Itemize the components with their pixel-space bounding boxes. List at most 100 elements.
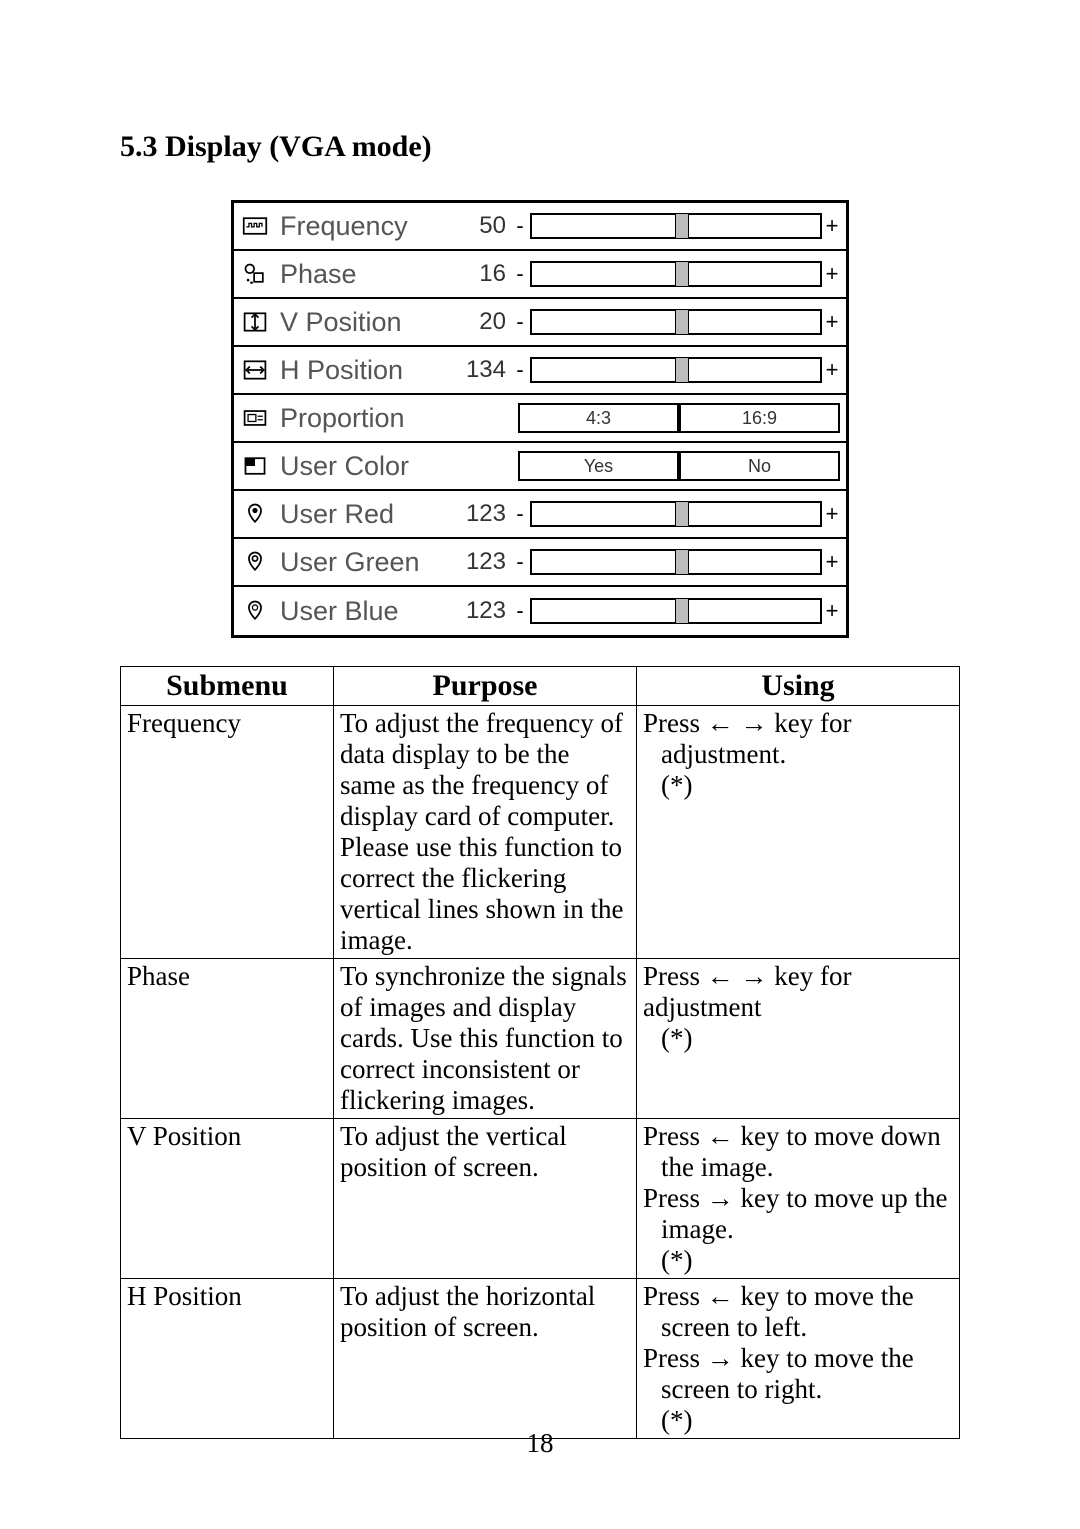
description-table: Submenu Purpose Using Frequency To adjus… [120, 666, 960, 1439]
osd-menu: Frequency 50 - + Phase 16 - + [231, 200, 849, 638]
using-text: Press ← → key for adjustment [643, 961, 953, 1023]
using-text: Press → key to move the [643, 1343, 953, 1374]
cell-using: Press ← key to move down the image. Pres… [637, 1119, 960, 1279]
osd-slider-userred[interactable]: - + [512, 501, 840, 527]
osd-label: User Green [280, 547, 446, 578]
plus-icon: + [824, 551, 840, 573]
cell-purpose: To adjust the frequency of data display … [334, 706, 637, 959]
osd-label: User Color [280, 451, 446, 482]
slider-thumb[interactable] [675, 549, 689, 575]
hpos-icon [240, 355, 270, 385]
table-header-using: Using [637, 667, 960, 706]
page-number: 18 [0, 1428, 1080, 1459]
osd-label: User Blue [280, 596, 446, 627]
slider-track [530, 213, 822, 239]
osd-row-vposition: V Position 20 - + [234, 299, 846, 347]
osd-slider-phase[interactable]: - + [512, 261, 840, 287]
minus-icon: - [512, 600, 528, 622]
using-text: image. [643, 1214, 953, 1245]
osd-slider-userblue[interactable]: - + [512, 598, 840, 624]
osd-slider-vposition[interactable]: - + [512, 309, 840, 335]
minus-icon: - [512, 263, 528, 285]
minus-icon: - [512, 311, 528, 333]
osd-label: V Position [280, 307, 446, 338]
osd-value: 123 [446, 500, 512, 528]
osd-choice-16-9[interactable]: 16:9 [679, 403, 840, 433]
slider-track [530, 501, 822, 527]
osd-label: User Red [280, 499, 446, 530]
cell-submenu: V Position [121, 1119, 334, 1279]
slider-track [530, 309, 822, 335]
frequency-icon [240, 211, 270, 241]
using-text: (*) [643, 1245, 953, 1276]
cell-submenu: Phase [121, 959, 334, 1119]
cell-purpose: To adjust the vertical position of scree… [334, 1119, 637, 1279]
osd-label: H Position [280, 355, 446, 386]
osd-row-userred: User Red 123 - + [234, 491, 846, 539]
using-text: Press → key to move up the [643, 1183, 953, 1214]
using-text: screen to right. [643, 1374, 953, 1405]
slider-track [530, 549, 822, 575]
osd-value: 123 [446, 597, 512, 625]
osd-choice-4-3[interactable]: 4:3 [518, 403, 679, 433]
osd-slider-frequency[interactable]: - + [512, 213, 840, 239]
osd-value: 20 [446, 308, 512, 336]
minus-icon: - [512, 503, 528, 525]
osd-row-frequency: Frequency 50 - + [234, 203, 846, 251]
table-row: Phase To synchronize the signals of imag… [121, 959, 960, 1119]
osd-choices-usercolor: Yes No [518, 451, 840, 481]
plus-icon: + [824, 311, 840, 333]
osd-value: 16 [446, 260, 512, 288]
osd-row-phase: Phase 16 - + [234, 251, 846, 299]
osd-row-hposition: H Position 134 - + [234, 347, 846, 395]
minus-icon: - [512, 359, 528, 381]
cell-purpose: To adjust the horizontal position of scr… [334, 1279, 637, 1439]
osd-slider-usergreen[interactable]: - + [512, 549, 840, 575]
slider-track [530, 261, 822, 287]
plus-icon: + [824, 600, 840, 622]
cell-submenu: Frequency [121, 706, 334, 959]
page: 5.3 Display (VGA mode) Frequency 50 - + … [0, 0, 1080, 1529]
userblue-icon [240, 596, 270, 626]
slider-thumb[interactable] [675, 309, 689, 335]
osd-value: 123 [446, 548, 512, 576]
slider-track [530, 357, 822, 383]
osd-slider-hposition[interactable]: - + [512, 357, 840, 383]
plus-icon: + [824, 359, 840, 381]
vpos-icon [240, 307, 270, 337]
osd-row-usercolor: User Color Yes No [234, 443, 846, 491]
osd-row-userblue: User Blue 123 - + [234, 587, 846, 635]
cell-using: Press ← → key for adjustment. (*) [637, 706, 960, 959]
slider-thumb[interactable] [675, 357, 689, 383]
osd-choices-proportion: 4:3 16:9 [518, 403, 840, 433]
slider-thumb[interactable] [675, 213, 689, 239]
osd-label: Proportion [280, 403, 446, 434]
minus-icon: - [512, 215, 528, 237]
cell-using: Press ← key to move the screen to left. … [637, 1279, 960, 1439]
osd-choice-yes[interactable]: Yes [518, 451, 679, 481]
slider-thumb[interactable] [675, 598, 689, 624]
using-text: the image. [643, 1152, 953, 1183]
userred-icon [240, 499, 270, 529]
osd-label: Phase [280, 259, 446, 290]
using-text: adjustment. [643, 739, 953, 770]
slider-thumb[interactable] [675, 501, 689, 527]
table-row: H Position To adjust the horizontal posi… [121, 1279, 960, 1439]
plus-icon: + [824, 503, 840, 525]
plus-icon: + [824, 215, 840, 237]
using-text: screen to left. [643, 1312, 953, 1343]
minus-icon: - [512, 551, 528, 573]
proportion-icon [240, 403, 270, 433]
osd-value: 50 [446, 212, 512, 240]
cell-submenu: H Position [121, 1279, 334, 1439]
section-title: 5.3 Display (VGA mode) [120, 130, 960, 164]
cell-using: Press ← → key for adjustment (*) [637, 959, 960, 1119]
table-header-purpose: Purpose [334, 667, 637, 706]
using-text: Press ← → key for [643, 708, 953, 739]
cell-purpose: To synchronize the signals of images and… [334, 959, 637, 1119]
osd-row-proportion: Proportion 4:3 16:9 [234, 395, 846, 443]
osd-choice-no[interactable]: No [679, 451, 840, 481]
table-header-submenu: Submenu [121, 667, 334, 706]
using-text: (*) [643, 770, 953, 801]
slider-thumb[interactable] [675, 261, 689, 287]
